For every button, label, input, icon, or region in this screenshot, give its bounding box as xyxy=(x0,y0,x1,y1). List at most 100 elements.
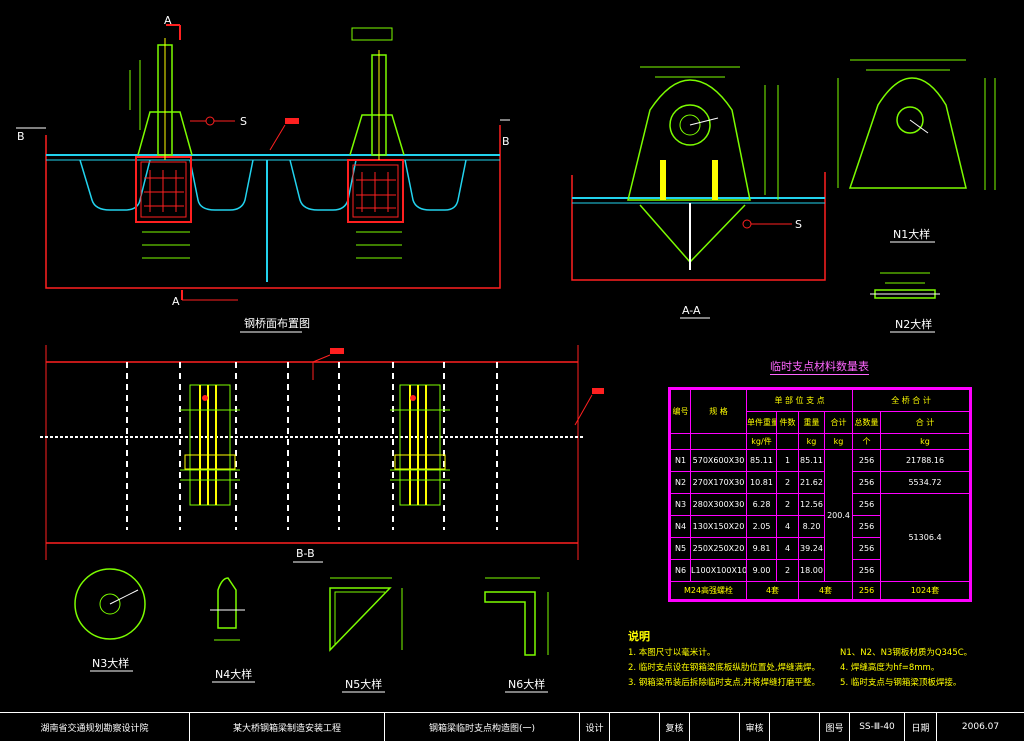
cell-no: N5 xyxy=(670,537,691,560)
tb-date-label: 日期 xyxy=(905,713,937,741)
section-bb-view: B-B xyxy=(40,345,604,563)
table-row: N2 270X170X30 10.81 2 21.62 256 5534.72 xyxy=(670,471,970,494)
table-row: N1 570X600X30 85.11 1 85.11 200.4 256 21… xyxy=(670,449,970,582)
detail-n6-title: N6大样 xyxy=(508,677,545,691)
section-aa-view: S A-A xyxy=(571,66,826,319)
th-total-sum: 合 计 xyxy=(880,411,970,434)
cell-no: N6 xyxy=(670,559,691,582)
cell-count: 4 xyxy=(776,537,799,560)
cell-bolt-d: 1024套 xyxy=(880,581,970,600)
cell-total-count: 256 xyxy=(852,493,882,516)
cut-label-b-left: B xyxy=(17,130,25,143)
cell-total-count: 256 xyxy=(852,515,882,538)
tb-date-value: 2006.07 xyxy=(961,722,1000,732)
unit-kg-total: kg xyxy=(880,433,970,450)
cut-label-b-right: B xyxy=(502,135,510,148)
cell-spec: 280X300X30 xyxy=(690,493,747,516)
th-sum: 合计 xyxy=(823,411,854,434)
detail-n6-view: N6大样 xyxy=(484,577,549,693)
cell-spec: 250X250X20 xyxy=(690,537,747,560)
note-line: 2. 临时支点设在钢箱梁底板纵肋位置处,焊缝满焊。 xyxy=(628,663,821,673)
dim-s2-label: S xyxy=(795,218,802,231)
cad-drawing: A A B B S 钢桥面布置图 S A-A N1大样 N2大样 B-B N3大… xyxy=(16,14,996,693)
plan-view: A A B B S 钢桥面布置图 xyxy=(16,14,510,333)
cell-count: 4 xyxy=(776,515,799,538)
cell-spec: L100X100X10 xyxy=(690,559,747,582)
tb-drawing-name: 钢箱梁临时支点构造图(一) xyxy=(385,713,580,741)
detail-n4-title: N4大样 xyxy=(215,667,252,681)
section-bb-title: B-B xyxy=(296,547,315,560)
dim-s-label: S xyxy=(240,115,247,128)
detail-n1-title: N1大样 xyxy=(893,227,930,241)
title-block: 湖南省交通规划勘察设计院 某大桥钢箱梁制造安装工程 钢箱梁临时支点构造图(一) … xyxy=(0,712,1024,741)
unit-kg: kg xyxy=(798,433,825,450)
cell-total-count: 256 xyxy=(852,559,882,582)
unit-kg-per-piece: kg/件 xyxy=(746,433,777,450)
material-table: 编号 规 格 单 部 位 支 点 全 桥 合 计 单件重量 件数 重量 合计 总… xyxy=(668,387,972,602)
note-line: 3. 钢箱梁吊装后拆除临时支点,并将焊缝打磨平整。 xyxy=(628,678,821,688)
note-line: 5. 临时支点与钢箱梁顶板焊接。 xyxy=(840,678,962,688)
notes-block: 说明 1. 本图尺寸以毫米计。 2. 临时支点设在钢箱梁底板纵肋位置处,焊缝满焊… xyxy=(628,628,1008,708)
cell-count: 1 xyxy=(776,449,799,472)
cell-bolt-b: 4套 xyxy=(797,581,854,600)
cell-total-weight: 5534.72 xyxy=(880,471,970,494)
detail-n5-view: N5大样 xyxy=(329,577,403,693)
cell-no: N3 xyxy=(670,493,691,516)
cell-total-count: 256 xyxy=(852,471,882,494)
notes-heading: 说明 xyxy=(628,630,650,643)
tb-review-label: 复核 xyxy=(660,713,690,741)
detail-n4-view: N4大样 xyxy=(210,577,255,683)
unit-count: 个 xyxy=(852,433,882,450)
th-group-single: 单 部 位 支 点 xyxy=(745,389,854,412)
cell-bolt-a: 4套 xyxy=(746,581,799,600)
cell-spec: 270X170X30 xyxy=(690,471,747,494)
cell-spec: 570X600X30 xyxy=(690,449,747,472)
detail-n3-title: N3大样 xyxy=(92,656,129,670)
unit-kg-sum: kg xyxy=(823,433,854,450)
cell-no: N2 xyxy=(670,471,691,494)
cell-unit-weight: 85.11 xyxy=(746,449,777,472)
cell-total-weight: 21788.16 xyxy=(880,449,970,472)
detail-n2-view: N2大样 xyxy=(870,272,940,333)
cell-grand-total: 51306.4 xyxy=(880,493,970,582)
detail-n5-title: N5大样 xyxy=(345,677,382,691)
tb-project: 某大桥钢箱梁制造安装工程 xyxy=(190,713,385,741)
note-line: 1. 本图尺寸以毫米计。 xyxy=(628,648,716,658)
cell-weight: 39.24 xyxy=(798,537,825,560)
tb-number-value: SS-Ⅲ-40 xyxy=(850,713,905,741)
cell-count: 2 xyxy=(776,559,799,582)
note-line: N1、N2、N3钢板材质为Q345C。 xyxy=(840,648,973,658)
tb-design-label: 设计 xyxy=(580,713,610,741)
cell-count: 2 xyxy=(776,493,799,516)
detail-n3-view: N3大样 xyxy=(74,568,146,672)
table-row-bolts: M24高强螺栓 4套 4套 256 1024套 xyxy=(670,581,970,600)
cut-label-a-bottom: A xyxy=(172,295,180,308)
plan-view-title: 钢桥面布置图 xyxy=(244,317,310,330)
th-group-total: 全 桥 合 计 xyxy=(852,389,970,412)
detail-n1-view: N1大样 xyxy=(837,59,996,243)
cell-bolt-label: M24高强螺栓 xyxy=(670,581,747,600)
cell-weight: 85.11 xyxy=(798,449,825,472)
tb-number-label: 图号 xyxy=(820,713,850,741)
note-line: 4. 焊缝高度为hf=8mm。 xyxy=(840,663,940,673)
cell-weight: 8.20 xyxy=(798,515,825,538)
cell-no: N4 xyxy=(670,515,691,538)
cell-weight: 12.56 xyxy=(798,493,825,516)
cell-count: 2 xyxy=(776,471,799,494)
cell-unit-weight: 9.00 xyxy=(746,559,777,582)
cell-unit-weight: 9.81 xyxy=(746,537,777,560)
th-count: 件数 xyxy=(776,411,799,434)
cell-weight: 21.62 xyxy=(798,471,825,494)
tb-check-label: 审核 xyxy=(740,713,770,741)
cut-label-a-top: A xyxy=(164,14,172,27)
th-spec: 规 格 xyxy=(690,389,747,434)
cell-bolt-c: 256 xyxy=(852,581,882,600)
cell-no: N1 xyxy=(670,449,691,472)
material-table-title: 临时支点材料数量表 xyxy=(770,360,869,375)
section-aa-title: A-A xyxy=(682,304,701,317)
cell-unit-weight: 6.28 xyxy=(746,493,777,516)
cell-total-count: 256 xyxy=(852,537,882,560)
th-unit-weight: 单件重量 xyxy=(746,411,777,434)
th-no: 编号 xyxy=(670,389,691,434)
cell-merged-total: 200.4 xyxy=(823,449,854,582)
